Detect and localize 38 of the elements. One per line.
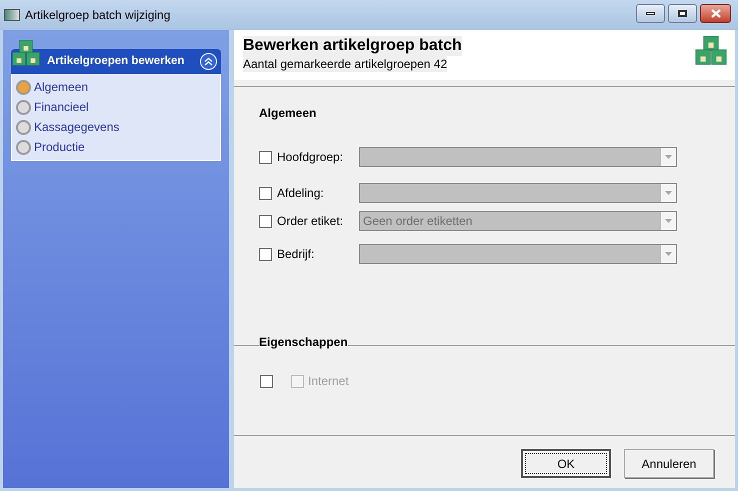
close-icon — [710, 9, 720, 18]
close-button[interactable] — [700, 4, 731, 23]
dropdown-arrow-icon — [665, 219, 672, 223]
app-icon — [4, 9, 20, 21]
field-label: Order etiket: — [277, 213, 344, 230]
sidebar-title: Artikelgroepen bewerken — [47, 54, 184, 69]
dropdown-arrow-icon — [665, 252, 672, 256]
checkbox[interactable] — [259, 186, 272, 200]
dropdown[interactable] — [359, 244, 677, 264]
checkbox[interactable] — [260, 374, 273, 388]
section-heading: Eigenschappen — [259, 335, 348, 349]
checkbox-label: Internet — [308, 373, 349, 390]
checkbox[interactable] — [259, 150, 272, 164]
page-subtitle: Aantal gemarkeerde artikelgroepen 42 — [243, 56, 448, 72]
dropdown[interactable] — [359, 183, 677, 203]
maximize-button[interactable] — [668, 4, 697, 23]
cancel-button[interactable]: Annuleren — [624, 449, 714, 478]
boxes-icon — [12, 40, 40, 66]
page-title: Bewerken artikelgroep batch — [243, 36, 462, 56]
dropdown[interactable] — [359, 147, 677, 167]
field-label: Bedrijf: — [277, 246, 316, 263]
nav-item[interactable]: Kassagegevens — [16, 119, 216, 135]
dropdown-arrow-icon — [665, 191, 672, 195]
chevrons-up-icon — [204, 57, 213, 66]
minimize-button[interactable] — [636, 4, 665, 23]
field-label: Afdeling: — [277, 185, 325, 202]
ok-button[interactable]: OK — [521, 449, 611, 478]
boxes-icon — [695, 36, 727, 65]
collapse-button[interactable] — [200, 53, 217, 70]
checkbox[interactable] — [259, 214, 272, 228]
nav-item[interactable]: Financieel — [16, 99, 216, 115]
nav-item[interactable]: Productie — [16, 139, 216, 155]
nav-item[interactable]: Algemeen — [16, 79, 216, 95]
dropdown-arrow-icon — [665, 155, 672, 159]
window-title: Artikelgroep batch wijziging — [25, 7, 170, 24]
checkbox[interactable] — [259, 248, 272, 260]
section-heading: Algemeen — [259, 105, 318, 122]
field-label: Hoofdgroep: — [277, 149, 344, 166]
